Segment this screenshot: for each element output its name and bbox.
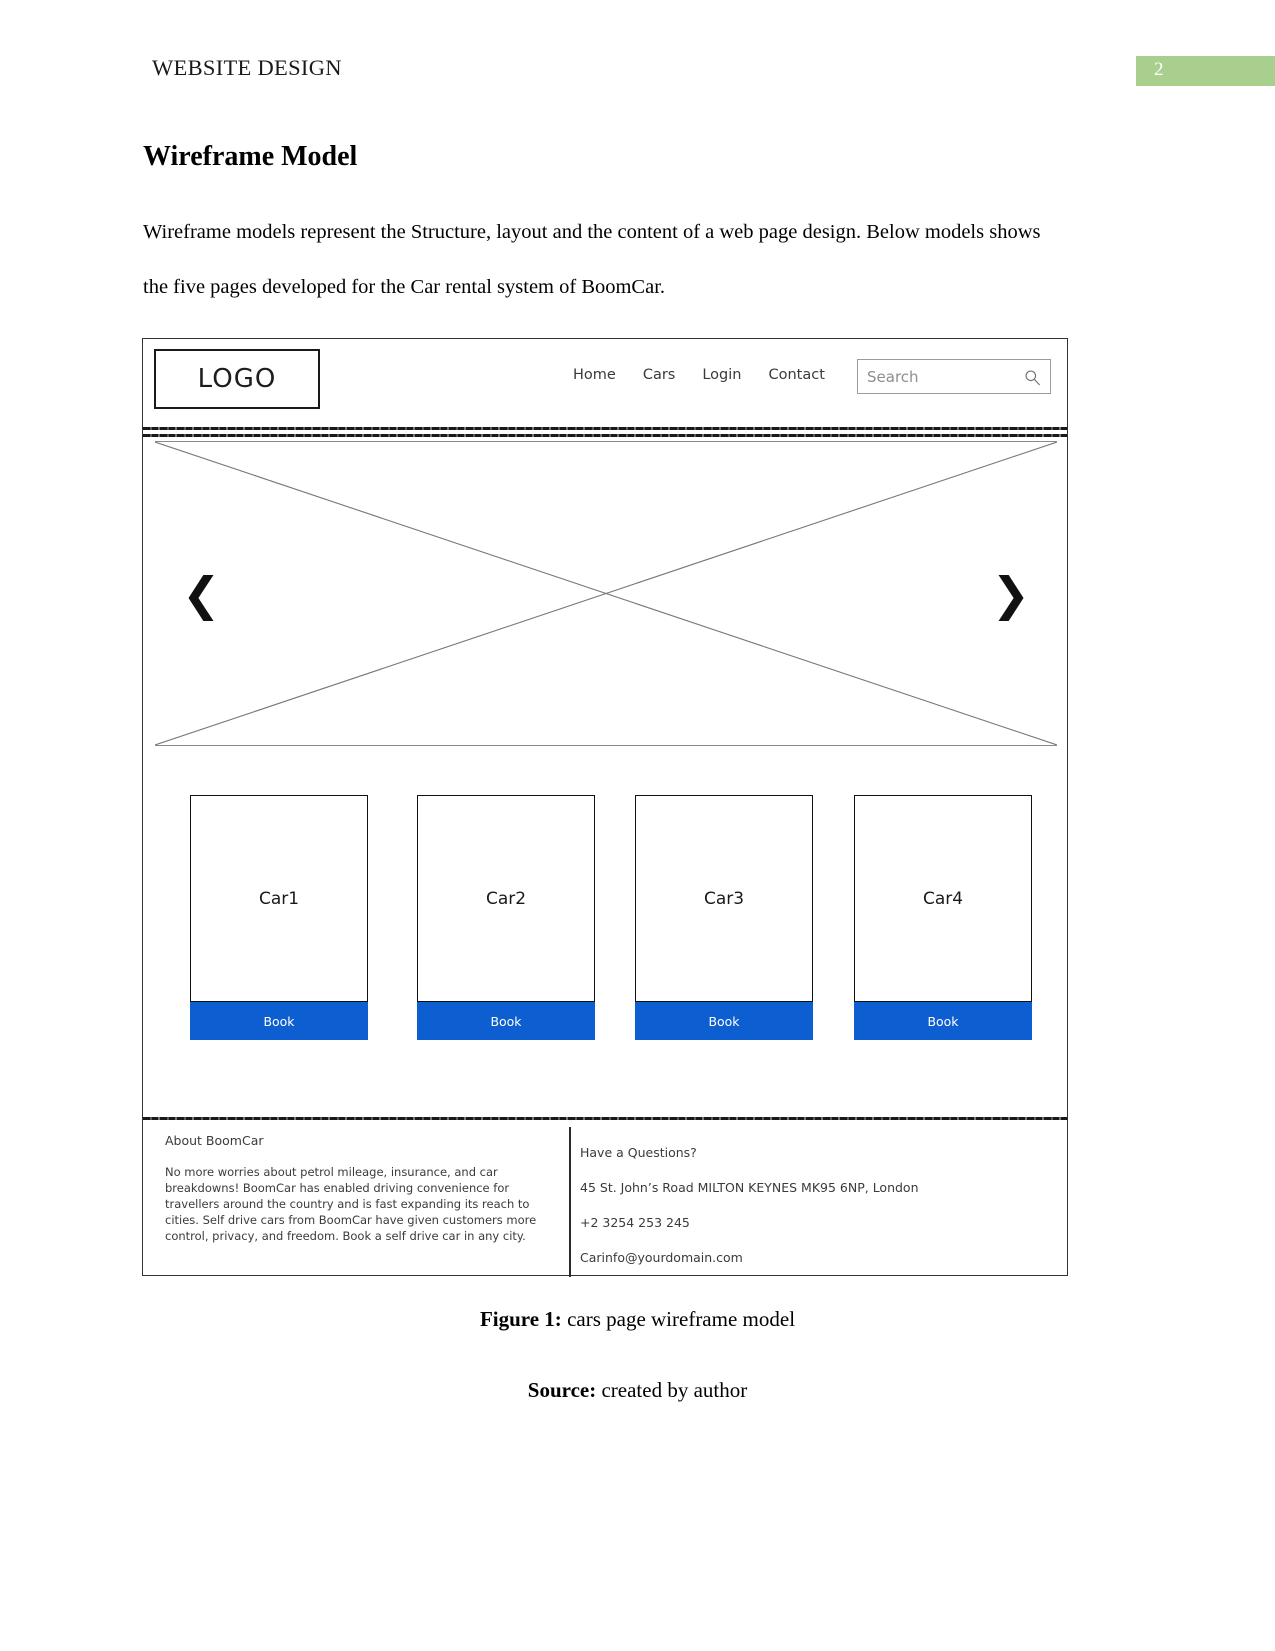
figure-caption-text: cars page wireframe model [561,1307,796,1331]
wireframe-footer: About BoomCar No more worries about petr… [143,1117,1067,1277]
book-button[interactable]: Book [190,1002,368,1040]
navbar-divider-bottom [143,434,1067,437]
hero-carousel: ❮ ❯ [155,441,1057,746]
footer-contact-heading: Have a Questions? [580,1145,697,1160]
book-button-label: Book [708,1013,740,1029]
car-card[interactable]: Car2 Book [417,795,595,1052]
wireframe-navbar: LOGO Home Cars Login Contact Search [143,339,1067,437]
footer-divider [143,1117,1067,1120]
book-button[interactable]: Book [635,1002,813,1040]
intro-paragraph: Wireframe models represent the Structure… [143,221,1041,298]
carousel-prev-arrow-icon[interactable]: ❮ [182,571,221,617]
book-button[interactable]: Book [854,1002,1032,1040]
car-card-image-placeholder: Car1 [190,795,368,1002]
page-header: WEBSITE DESIGN 2 [0,0,1275,100]
nav-link-home[interactable]: Home [573,367,616,383]
car-card[interactable]: Car3 Book [635,795,813,1052]
section-title: Wireframe Model [143,141,358,172]
search-icon[interactable] [1024,369,1041,386]
nav-link-cars[interactable]: Cars [643,367,676,383]
car-card-image-placeholder: Car4 [854,795,1032,1002]
footer-about-column: About BoomCar No more worries about petr… [165,1133,555,1244]
navbar-divider-top [143,427,1067,430]
footer-about-heading: About BoomCar [165,1133,264,1148]
image-placeholder-cross-icon [155,442,1057,745]
carousel-next-arrow-icon[interactable]: ❯ [991,571,1030,617]
header-title: WEBSITE DESIGN [152,55,342,80]
book-button-label: Book [490,1013,522,1029]
car-card-image-placeholder: Car2 [417,795,595,1002]
source-caption-text: created by author [596,1378,748,1402]
book-button-label: Book [927,1013,959,1029]
page-number: 2 [1154,59,1164,80]
book-button-label: Book [263,1013,295,1029]
car-card-label: Car1 [258,888,300,909]
nav-link-login[interactable]: Login [702,367,741,383]
search-input[interactable]: Search [857,359,1051,394]
logo-box[interactable]: LOGO [154,349,320,409]
car-card-label: Car3 [703,888,745,909]
car-card[interactable]: Car4 Book [854,795,1032,1052]
page-number-badge: 2 [1136,56,1275,86]
logo-text: LOGO [197,364,277,394]
car-card-image-placeholder: Car3 [635,795,813,1002]
car-card[interactable]: Car1 Book [190,795,368,1052]
footer-contact-email[interactable]: Carinfo@yourdomain.com [580,1250,1030,1265]
search-placeholder: Search [867,368,919,386]
car-card-label: Car2 [485,888,527,909]
figure-caption-label: Figure 1: [479,1307,562,1331]
footer-contact-address: 45 St. John’s Road MILTON KEYNES MK95 6N… [580,1180,919,1195]
source-caption: Source: created by author [0,1378,1275,1403]
footer-about-body: No more worries about petrol mileage, in… [165,1165,537,1243]
figure-caption: Figure 1: cars page wireframe model [0,1307,1275,1332]
wireframe-figure: LOGO Home Cars Login Contact Search ❮ ❯ [142,338,1068,1277]
nav-links: Home Cars Login Contact [573,367,825,383]
nav-link-contact[interactable]: Contact [768,367,824,383]
footer-contact-phone[interactable]: +2 3254 253 245 [580,1215,1030,1230]
car-card-list: Car1 Book Car2 Book Car3 Book Car4 Book [155,747,1057,1110]
source-caption-label: Source: [527,1378,597,1402]
car-card-label: Car4 [922,888,964,909]
footer-contact-column: Have a Questions? 45 St. John’s Road MIL… [580,1145,1030,1285]
book-button[interactable]: Book [417,1002,595,1040]
footer-column-divider [569,1127,571,1277]
